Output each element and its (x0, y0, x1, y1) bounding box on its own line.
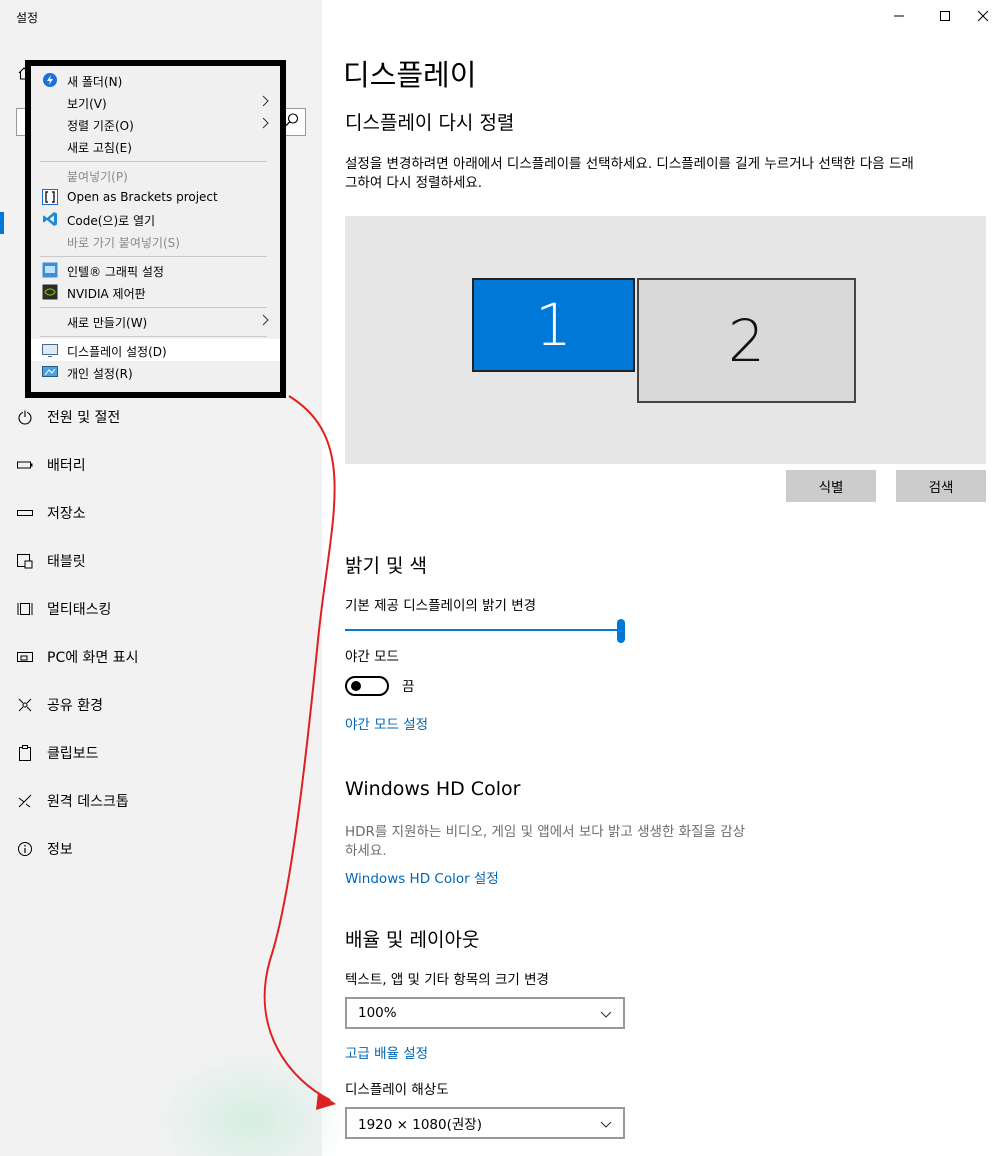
menu-item-vscode[interactable]: Code(으)로 열기 (31, 208, 280, 230)
menu-item-paste-shortcut: 바로 가기 붙여넣기(S) (67, 236, 180, 250)
chevron-right-icon (262, 314, 269, 326)
menu-item-refresh[interactable]: 새로 고침(E) (31, 135, 280, 157)
menu-item-brackets[interactable]: Open as Brackets project (31, 186, 280, 208)
menu-item-personalize[interactable]: 개인 설정(R) (31, 361, 280, 383)
new-folder-icon (43, 73, 57, 87)
chevron-right-icon (262, 117, 269, 129)
menu-item-intel-graphics[interactable]: 인텔® 그래픽 설정 (31, 259, 280, 281)
menu-item-paste: 붙여넣기(P) (67, 170, 128, 184)
menu-separator (40, 336, 267, 337)
personalize-icon (42, 366, 58, 377)
menu-item-nvidia[interactable]: NVIDIA 제어판 (31, 281, 280, 303)
menu-item-new-folder[interactable]: 새 폴더(N) (31, 69, 280, 91)
desktop-context-menu: 새 폴더(N) 보기(V) 정렬 기준(O) 새로 고침(E) 붙여넣기(P) … (31, 66, 280, 392)
menu-item-new[interactable]: 새로 만들기(W) (31, 310, 280, 332)
menu-separator (40, 256, 267, 257)
intel-graphics-icon (42, 262, 58, 278)
menu-item-sort-by[interactable]: 정렬 기준(O) (31, 113, 280, 135)
display-settings-icon (42, 344, 58, 357)
nvidia-icon (42, 284, 58, 300)
menu-separator (40, 161, 267, 162)
chevron-right-icon (262, 95, 269, 107)
menu-separator (40, 307, 267, 308)
vscode-icon (43, 212, 57, 226)
menu-item-view[interactable]: 보기(V) (31, 91, 280, 113)
brackets-icon (42, 189, 58, 205)
menu-item-display-settings[interactable]: 디스플레이 설정(D) (31, 339, 280, 361)
